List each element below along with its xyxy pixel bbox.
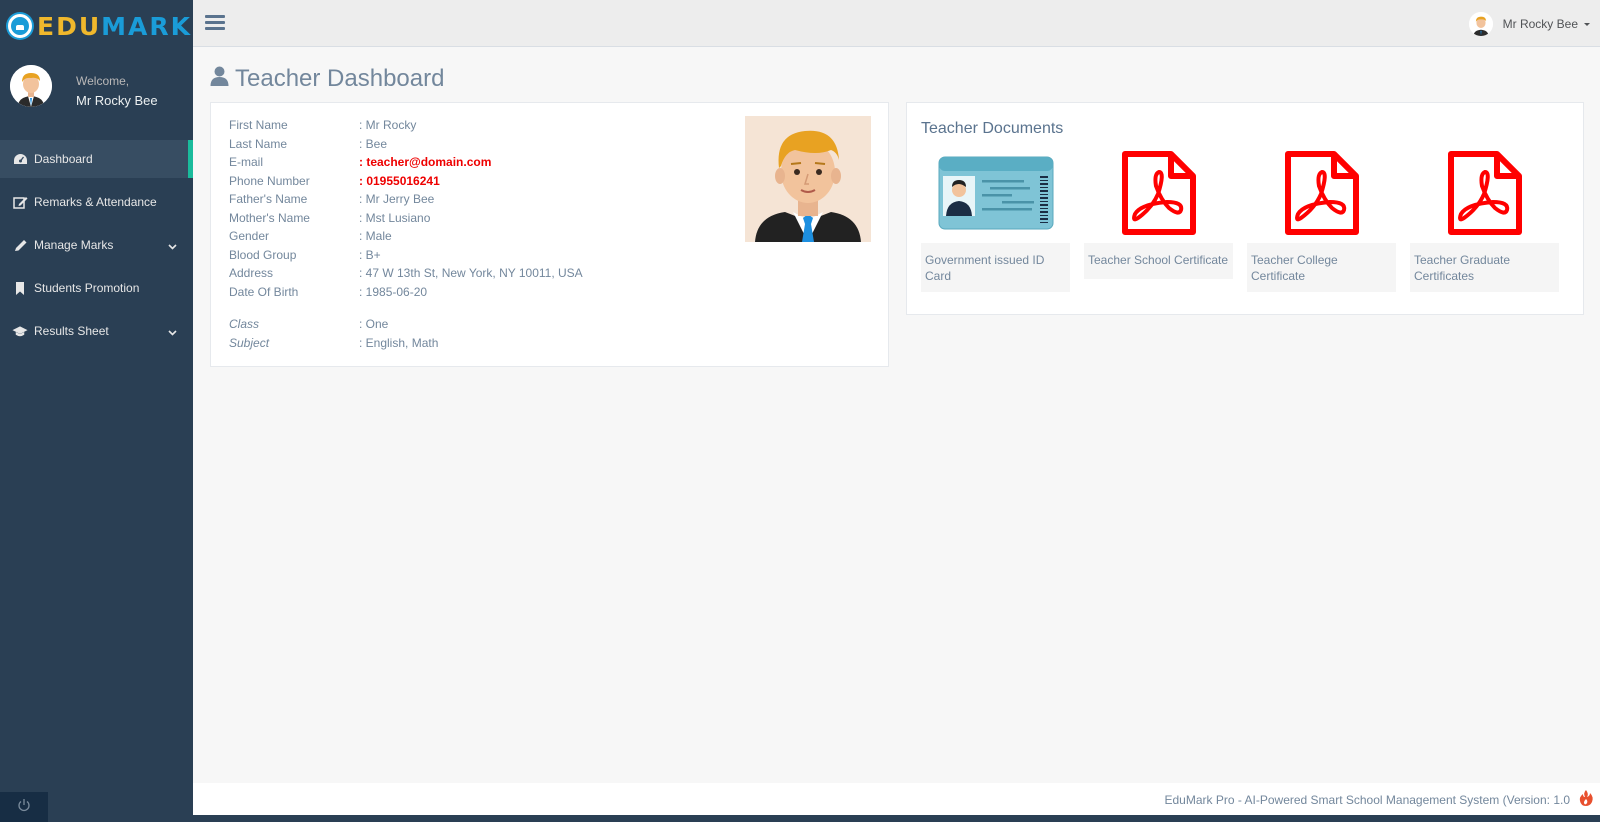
- sidebar-profile: Welcome, Mr Rocky Bee: [10, 65, 185, 109]
- document-caption: Government issued ID Card: [921, 243, 1070, 292]
- avatar[interactable]: [10, 65, 52, 107]
- document-college-certificate[interactable]: Teacher College Certificate: [1247, 143, 1396, 292]
- pdf-file-icon: [1410, 143, 1559, 243]
- sidebar-item-label: Results Sheet: [34, 324, 109, 338]
- info-row-gender: Gender: Male: [229, 229, 392, 243]
- welcome-user-name: Mr Rocky Bee: [76, 93, 158, 108]
- info-row-class: Class: One: [229, 317, 389, 331]
- logo-text: EDUMARK: [37, 11, 192, 41]
- teacher-profile-panel: First Name: Mr Rocky Last Name: Bee E-ma…: [210, 102, 889, 367]
- page-title-text: Teacher Dashboard: [235, 65, 445, 92]
- documents-title: Teacher Documents: [921, 120, 1064, 137]
- page-title: Teacher Dashboard: [210, 65, 444, 93]
- info-row-subject: Subject: English, Math: [229, 335, 439, 350]
- footer-text: EduMark Pro - AI-Powered Smart School Ma…: [1164, 793, 1570, 807]
- pencil-icon: [12, 238, 28, 252]
- sidebar-item-remarks-attendance[interactable]: Remarks & Attendance: [0, 183, 193, 221]
- caret-down-icon: [1584, 22, 1590, 26]
- teacher-info-list: First Name: Mr Rocky Last Name: Bee E-ma…: [229, 118, 583, 354]
- welcome-text: Welcome,: [76, 74, 130, 88]
- user-icon: [210, 65, 229, 93]
- dashboard-icon: [12, 152, 28, 166]
- avatar: [1468, 12, 1493, 36]
- sidebar-nav: Dashboard Remarks & Attendance Manage Ma…: [0, 140, 193, 355]
- info-row-blood-group: Blood Group: B+: [229, 247, 381, 262]
- top-nav: Mr Rocky Bee: [193, 0, 1600, 47]
- sidebar-item-manage-marks[interactable]: Manage Marks: [0, 226, 193, 264]
- sidebar-item-dashboard[interactable]: Dashboard: [0, 140, 193, 178]
- sidebar-item-label: Dashboard: [34, 152, 93, 166]
- footer: EduMark Pro - AI-Powered Smart School Ma…: [193, 783, 1600, 815]
- info-row-address: Address: 47 W 13th St, New York, NY 1001…: [229, 266, 583, 280]
- graduation-cap-icon: [12, 324, 28, 338]
- logo[interactable]: EDUMARK: [8, 10, 192, 42]
- info-row-phone: Phone Number: 01955016241: [229, 173, 440, 188]
- info-row-last-name: Last Name: Bee: [229, 136, 388, 151]
- sidebar-item-label: Students Promotion: [34, 281, 140, 295]
- document-caption: Teacher College Certificate: [1247, 243, 1396, 292]
- sidebar-item-students-promotion[interactable]: Students Promotion: [0, 269, 193, 307]
- chevron-down-icon: [168, 239, 177, 253]
- document-school-certificate[interactable]: Teacher School Certificate: [1084, 143, 1233, 279]
- info-row-email: E-mail: teacher@domain.com: [229, 155, 492, 169]
- edit-icon: [12, 195, 28, 209]
- chevron-down-icon: [168, 325, 177, 339]
- info-row-first-name: First Name: Mr Rocky: [229, 118, 417, 132]
- teacher-photo: [745, 116, 871, 242]
- logout-button[interactable]: [0, 792, 48, 822]
- document-caption: Teacher Graduate Certificates: [1410, 243, 1559, 292]
- sidebar-item-label: Remarks & Attendance: [34, 195, 157, 209]
- id-card-icon: [921, 143, 1070, 243]
- document-graduate-certificates[interactable]: Teacher Graduate Certificates: [1410, 143, 1559, 292]
- pdf-file-icon: [1084, 143, 1233, 243]
- menu-toggle-icon[interactable]: [205, 15, 225, 33]
- sidebar: EDUMARK Welcome, Mr Rocky Bee Dashboard: [0, 0, 193, 822]
- document-id-card[interactable]: Government issued ID Card: [921, 143, 1070, 292]
- power-icon: [17, 798, 31, 817]
- user-menu[interactable]: Mr Rocky Bee: [1468, 12, 1590, 36]
- sidebar-item-label: Manage Marks: [34, 238, 114, 252]
- pdf-file-icon: [1247, 143, 1396, 243]
- sidebar-item-results-sheet[interactable]: Results Sheet: [0, 312, 193, 350]
- document-caption: Teacher School Certificate: [1084, 243, 1233, 279]
- info-row-dob: Date Of Birth: 1985-06-20: [229, 284, 428, 299]
- logo-badge-icon: [8, 14, 32, 38]
- flame-icon[interactable]: [1578, 789, 1594, 812]
- user-menu-name: Mr Rocky Bee: [1502, 17, 1578, 31]
- bookmark-icon: [12, 281, 28, 295]
- bottom-strip: [193, 815, 1600, 822]
- info-row-father-name: Father's Name: Mr Jerry Bee: [229, 192, 435, 206]
- info-row-mother-name: Mother's Name: Mst Lusiano: [229, 210, 431, 225]
- teacher-documents-panel: Teacher Documents Government issued ID C…: [906, 102, 1584, 315]
